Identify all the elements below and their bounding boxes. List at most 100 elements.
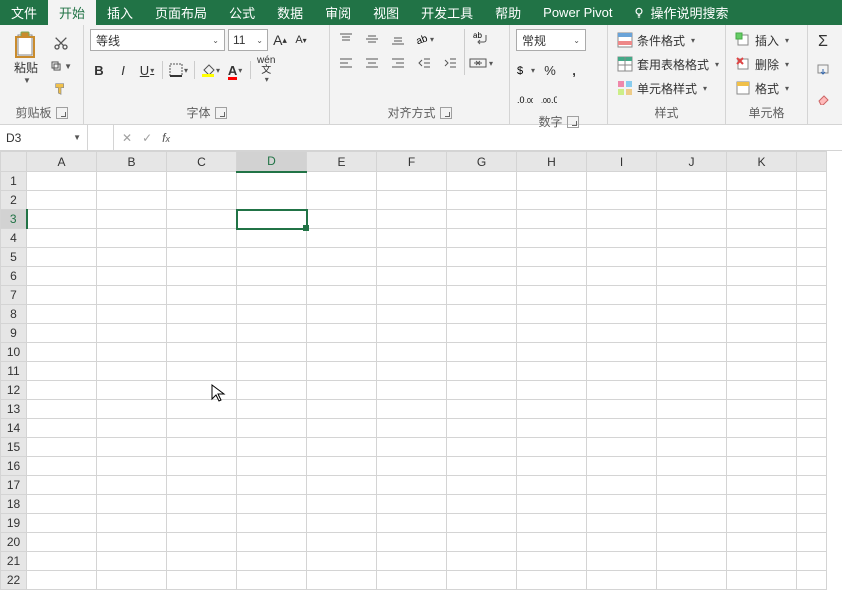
cell-C1[interactable]: [167, 172, 237, 191]
cell-D15[interactable]: [237, 438, 307, 457]
col-header-E[interactable]: E: [307, 152, 377, 172]
italic-button[interactable]: I: [114, 59, 132, 81]
cell-J19[interactable]: [657, 514, 727, 533]
cell-D18[interactable]: [237, 495, 307, 514]
formula-input[interactable]: [178, 125, 842, 150]
cell-J12[interactable]: [657, 381, 727, 400]
cell-K19[interactable]: [727, 514, 797, 533]
cell-H12[interactable]: [517, 381, 587, 400]
cell-K5[interactable]: [727, 248, 797, 267]
cell-C18[interactable]: [167, 495, 237, 514]
cell-E11[interactable]: [307, 362, 377, 381]
cell-G9[interactable]: [447, 324, 517, 343]
cell-F18[interactable]: [377, 495, 447, 514]
cell-C7[interactable]: [167, 286, 237, 305]
cell-D7[interactable]: [237, 286, 307, 305]
decrease-decimal-button[interactable]: .00.0: [540, 89, 558, 111]
cell-G1[interactable]: [447, 172, 517, 191]
row-header-16[interactable]: 16: [1, 457, 27, 476]
fill-button[interactable]: [814, 59, 832, 81]
format-painter-button[interactable]: [50, 79, 72, 99]
conditional-format-button[interactable]: 条件格式▾: [614, 29, 722, 51]
cell-A6[interactable]: [27, 267, 97, 286]
row-header-1[interactable]: 1: [1, 172, 27, 191]
cell-I5[interactable]: [587, 248, 657, 267]
cell-I22[interactable]: [587, 571, 657, 590]
cell-G7[interactable]: [447, 286, 517, 305]
cell-D4[interactable]: [237, 229, 307, 248]
cell-F5[interactable]: [377, 248, 447, 267]
cell-J6[interactable]: [657, 267, 727, 286]
dialog-launcher-icon[interactable]: [567, 116, 579, 128]
cell-H21[interactable]: [517, 552, 587, 571]
cell-K2[interactable]: [727, 191, 797, 210]
cell-C21[interactable]: [167, 552, 237, 571]
cell-H18[interactable]: [517, 495, 587, 514]
fill-color-button[interactable]: ▾: [201, 59, 220, 81]
cell-C19[interactable]: [167, 514, 237, 533]
tab-文件[interactable]: 文件: [0, 0, 48, 25]
cell-D22[interactable]: [237, 571, 307, 590]
cell-F7[interactable]: [377, 286, 447, 305]
cell-G2[interactable]: [447, 191, 517, 210]
cell-D17[interactable]: [237, 476, 307, 495]
decrease-font-button[interactable]: A▾: [292, 29, 310, 51]
cell-E10[interactable]: [307, 343, 377, 362]
cell-J18[interactable]: [657, 495, 727, 514]
col-header-C[interactable]: C: [167, 152, 237, 172]
cell-partial-5[interactable]: [797, 248, 827, 267]
select-all-corner[interactable]: [1, 152, 27, 172]
cell-K6[interactable]: [727, 267, 797, 286]
cell-I16[interactable]: [587, 457, 657, 476]
name-box[interactable]: D3▼: [0, 125, 88, 150]
cell-B20[interactable]: [97, 533, 167, 552]
cell-F15[interactable]: [377, 438, 447, 457]
cell-H17[interactable]: [517, 476, 587, 495]
cell-F16[interactable]: [377, 457, 447, 476]
cell-F22[interactable]: [377, 571, 447, 590]
cell-partial-19[interactable]: [797, 514, 827, 533]
cell-B5[interactable]: [97, 248, 167, 267]
wrap-text-button[interactable]: ab: [469, 29, 493, 49]
cell-A9[interactable]: [27, 324, 97, 343]
cell-H22[interactable]: [517, 571, 587, 590]
col-header-I[interactable]: I: [587, 152, 657, 172]
cell-A11[interactable]: [27, 362, 97, 381]
cell-I20[interactable]: [587, 533, 657, 552]
cell-I3[interactable]: [587, 210, 657, 229]
tab-Power Pivot[interactable]: Power Pivot: [532, 0, 623, 25]
cell-A19[interactable]: [27, 514, 97, 533]
phonetic-button[interactable]: wén文▾: [257, 59, 275, 81]
cell-H16[interactable]: [517, 457, 587, 476]
cell-J9[interactable]: [657, 324, 727, 343]
cell-I2[interactable]: [587, 191, 657, 210]
cell-I15[interactable]: [587, 438, 657, 457]
cell-G18[interactable]: [447, 495, 517, 514]
cell-B7[interactable]: [97, 286, 167, 305]
cell-E4[interactable]: [307, 229, 377, 248]
cell-partial-3[interactable]: [797, 210, 827, 229]
cell-A10[interactable]: [27, 343, 97, 362]
cell-D12[interactable]: [237, 381, 307, 400]
worksheet-grid[interactable]: ABCDEFGHIJK12345678910111213141516171819…: [0, 151, 842, 610]
cell-H5[interactable]: [517, 248, 587, 267]
cell-K8[interactable]: [727, 305, 797, 324]
dialog-launcher-icon[interactable]: [215, 107, 227, 119]
cell-G20[interactable]: [447, 533, 517, 552]
insert-cells-button[interactable]: 插入▾: [732, 29, 792, 51]
cell-F10[interactable]: [377, 343, 447, 362]
align-left-button[interactable]: [336, 53, 356, 73]
cell-G5[interactable]: [447, 248, 517, 267]
cell-H7[interactable]: [517, 286, 587, 305]
cell-H13[interactable]: [517, 400, 587, 419]
cell-C15[interactable]: [167, 438, 237, 457]
cell-B19[interactable]: [97, 514, 167, 533]
increase-decimal-button[interactable]: .0.00: [516, 89, 534, 111]
cell-E20[interactable]: [307, 533, 377, 552]
row-header-22[interactable]: 22: [1, 571, 27, 590]
cell-partial-22[interactable]: [797, 571, 827, 590]
cell-C17[interactable]: [167, 476, 237, 495]
cell-B21[interactable]: [97, 552, 167, 571]
font-size-combo[interactable]: 11⌄: [228, 29, 268, 51]
cell-G21[interactable]: [447, 552, 517, 571]
